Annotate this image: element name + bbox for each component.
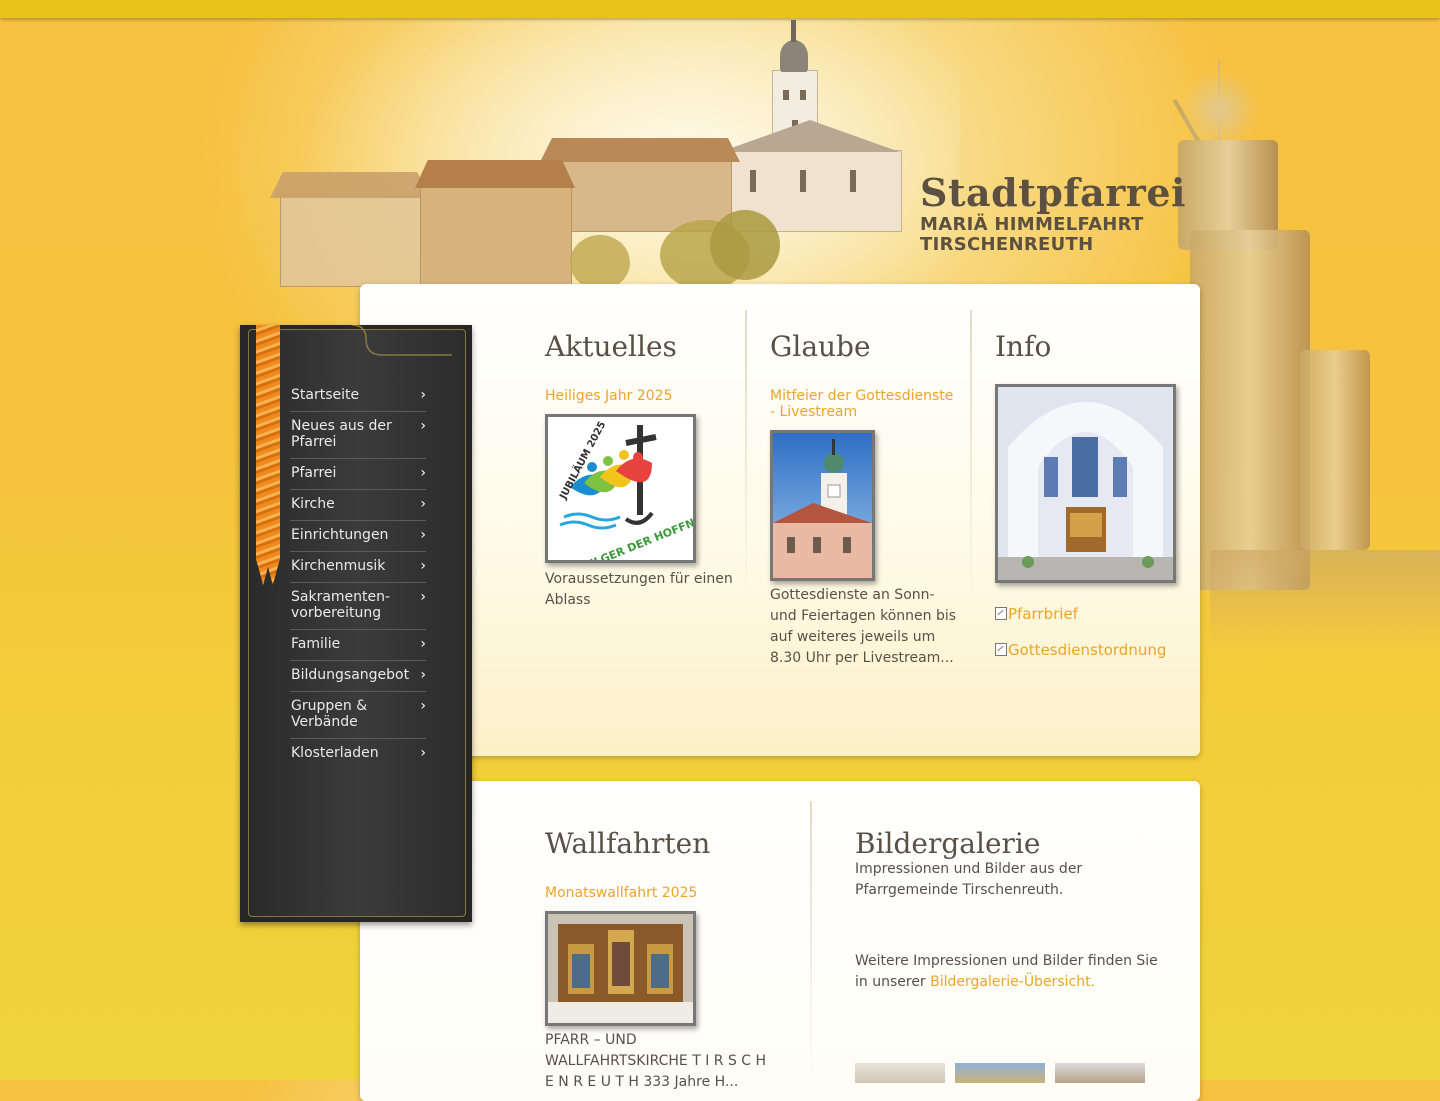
chevron-right-icon: › xyxy=(420,636,426,652)
nav-label: Klosterladen xyxy=(291,745,379,761)
church-tower-image xyxy=(773,433,872,578)
nav-item-neues[interactable]: Neues aus der Pfarrei › xyxy=(290,412,426,459)
church-interior-photo[interactable] xyxy=(995,384,1176,583)
wallfahrten-heading: Wallfahrten xyxy=(545,827,711,860)
nav-label: Bildungsangebot xyxy=(291,667,410,683)
nav-item-sakramentenvorbereitung[interactable]: Sakramenten-vorbereitung › xyxy=(290,583,426,630)
bildergalerie-intro: Impressionen und Bilder aus der Pfarrgem… xyxy=(855,861,1083,898)
chevron-right-icon: › xyxy=(420,745,426,761)
aktuelles-link[interactable]: Heiliges Jahr 2025 xyxy=(545,388,672,404)
bildergalerie-more: Weitere Impressionen und Bilder finden S… xyxy=(855,951,1165,993)
site-subtitle-1: MARIÄ HIMMELFAHRT xyxy=(920,214,1144,235)
gallery-thumb[interactable] xyxy=(1055,1063,1145,1083)
altar-image xyxy=(548,914,693,1023)
chevron-right-icon: › xyxy=(420,667,426,683)
chevron-right-icon: › xyxy=(420,496,426,512)
document-icon xyxy=(995,607,1007,620)
wallfahrten-text: PFARR – UND WALLFAHRTSKIRCHE T I R S C H… xyxy=(545,1032,767,1090)
jubilee-logo-image[interactable]: JUBILÄUM 2025 PILGER DER HOFFNUNG xyxy=(545,414,696,563)
site-title-main: Stadtpfarrei xyxy=(920,170,1186,215)
nav-label: Kirche xyxy=(291,496,335,512)
nav-item-familie[interactable]: Familie › xyxy=(290,630,426,661)
chevron-right-icon: › xyxy=(420,698,426,714)
nav-item-einrichtungen[interactable]: Einrichtungen › xyxy=(290,521,426,552)
church-photo[interactable] xyxy=(770,430,875,581)
nav-label: Familie xyxy=(291,636,341,652)
content-panel-bottom xyxy=(360,781,1200,1101)
nav-label: Gruppen & Verbände xyxy=(291,698,368,730)
info-link-gottesdienstordnung[interactable]: Gottesdienstordnung xyxy=(995,640,1166,659)
main-menu: Startseite › Neues aus der Pfarrei › Pfarr… xyxy=(290,381,426,769)
pfarrbrief-link[interactable]: Pfarrbrief xyxy=(1008,605,1078,623)
glaube-heading: Glaube xyxy=(770,330,871,363)
info-link-pfarrbrief[interactable]: Pfarrbrief xyxy=(995,604,1078,623)
aktuelles-heading: Aktuelles xyxy=(545,330,677,363)
header-illustration xyxy=(240,20,960,290)
chevron-right-icon: › xyxy=(420,527,426,543)
aktuelles-text: Voraussetzungen für einen Ablass xyxy=(545,571,733,608)
site-subtitle-2: TIRSCHENREUTH xyxy=(920,234,1094,255)
nav-label: Startseite xyxy=(291,387,360,403)
nav-label: Neues aus der Pfarrei xyxy=(291,418,392,450)
chevron-right-icon: › xyxy=(420,465,426,481)
chevron-right-icon: › xyxy=(420,387,426,403)
nav-item-bildungsangebot[interactable]: Bildungsangebot › xyxy=(290,661,426,692)
sidebar-navigation: Startseite › Neues aus der Pfarrei › Pfarr… xyxy=(240,325,472,922)
info-heading: Info xyxy=(995,330,1052,363)
nav-item-kirche[interactable]: Kirche › xyxy=(290,490,426,521)
bookmark-ribbon xyxy=(256,325,280,585)
nav-label: Pfarrei xyxy=(291,465,337,481)
chevron-right-icon: › xyxy=(420,589,426,605)
bildergalerie-overview-link[interactable]: Bildergalerie-Übersicht. xyxy=(930,974,1095,990)
nav-item-gruppen[interactable]: Gruppen & Verbände › xyxy=(290,692,426,739)
bildergalerie-heading: Bildergalerie xyxy=(855,827,1041,860)
document-icon xyxy=(995,643,1007,656)
gottesdienstordnung-link[interactable]: Gottesdienstordnung xyxy=(1008,641,1166,659)
nav-item-klosterladen[interactable]: Klosterladen › xyxy=(290,739,426,769)
gallery-thumb[interactable] xyxy=(855,1063,945,1083)
nav-item-pfarrei[interactable]: Pfarrei › xyxy=(290,459,426,490)
gallery-thumb[interactable] xyxy=(955,1063,1045,1083)
altar-photo[interactable] xyxy=(545,911,696,1026)
sidebar-notch xyxy=(352,325,452,356)
nav-label: Kirchenmusik xyxy=(291,558,386,574)
top-bar xyxy=(0,0,1440,18)
chevron-right-icon: › xyxy=(420,558,426,574)
nav-label: Einrichtungen xyxy=(291,527,389,543)
nav-item-kirchenmusik[interactable]: Kirchenmusik › xyxy=(290,552,426,583)
glaube-text: Gottesdienste an Sonn- und Feiertagen kö… xyxy=(770,587,957,666)
church-interior-image xyxy=(998,387,1173,580)
glaube-link[interactable]: Mitfeier der Gottesdienste - Livestream xyxy=(770,388,960,420)
site-title: Stadtpfarrei MARIÄ HIMMELFAHRT TIRSCHENR… xyxy=(920,170,1186,255)
chevron-right-icon: › xyxy=(420,418,426,434)
wallfahrten-link[interactable]: Monatswallfahrt 2025 xyxy=(545,885,697,901)
nav-label: Sakramenten-vorbereitung xyxy=(291,589,391,621)
nav-item-startseite[interactable]: Startseite › xyxy=(290,381,426,412)
